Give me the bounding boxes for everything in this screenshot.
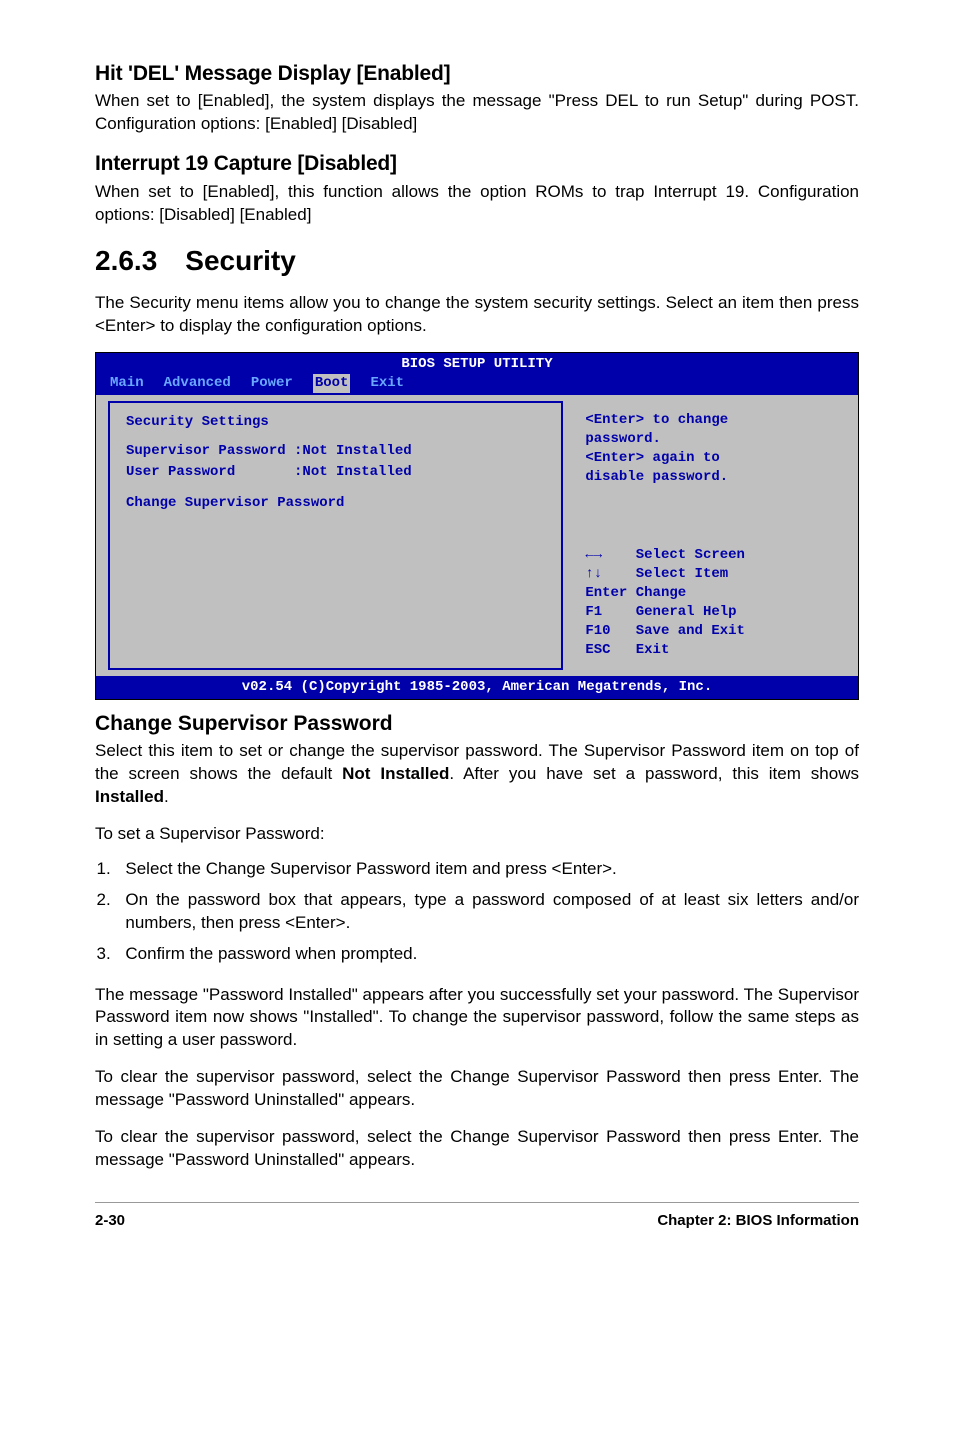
bios-tab-main[interactable]: Main [110,374,144,393]
bios-change-supervisor-password[interactable]: Change Supervisor Password [126,494,545,513]
change-pw-p2: To set a Supervisor Password: [95,823,859,846]
bios-key-legend: ←→ Select Screen ↑↓ Select Item Enter Ch… [585,546,832,659]
bios-security-settings-header: Security Settings [126,413,545,432]
bios-footer: v02.54 (C)Copyright 1985-2003, American … [96,676,858,699]
chapter-label: Chapter 2: BIOS Information [657,1211,859,1231]
bios-title: BIOS SETUP UTILITY [96,353,858,374]
int19-body: When set to [Enabled], this function all… [95,181,859,227]
change-pw-p4: To clear the supervisor password, select… [95,1066,859,1112]
not-installed-bold: Not Installed [342,764,449,783]
bios-tab-advanced[interactable]: Advanced [164,374,231,393]
section-heading: 2.6.3 Security [95,242,859,280]
page-divider [95,1202,859,1203]
bios-left-panel: Security Settings Supervisor Password :N… [108,401,563,670]
page-number: 2-30 [95,1211,125,1231]
hit-del-heading: Hit 'DEL' Message Display [Enabled] [95,60,859,88]
bios-right-panel: <Enter> to change password. <Enter> agai… [571,401,846,670]
hit-del-body: When set to [Enabled], the system displa… [95,90,859,136]
int19-heading: Interrupt 19 Capture [Disabled] [95,150,859,178]
change-supervisor-password-heading: Change Supervisor Password [95,710,859,738]
bios-tabs: Main Advanced Power Boot Exit [96,374,858,395]
step-1: Select the Change Supervisor Password it… [115,858,859,881]
bios-user-password-row: User Password :Not Installed [126,463,545,482]
step-2: On the password box that appears, type a… [115,889,859,935]
change-pw-p1e: . [164,787,169,806]
installed-bold: Installed [95,787,164,806]
change-pw-p1c: . After you have set a password, this it… [449,764,859,783]
change-pw-p1: Select this item to set or change the su… [95,740,859,809]
bios-tab-exit[interactable]: Exit [370,374,404,393]
steps-list: Select the Change Supervisor Password it… [95,858,859,966]
bios-tab-boot[interactable]: Boot [313,374,351,393]
bios-screenshot: BIOS SETUP UTILITY Main Advanced Power B… [95,352,859,700]
bios-tab-power[interactable]: Power [251,374,293,393]
step-3: Confirm the password when prompted. [115,943,859,966]
page-footer: 2-30 Chapter 2: BIOS Information [95,1211,859,1231]
change-pw-p3: The message "Password Installed" appears… [95,984,859,1053]
section-intro: The Security menu items allow you to cha… [95,292,859,338]
bios-help-text: <Enter> to change password. <Enter> agai… [585,411,832,487]
change-pw-p5: To clear the supervisor password, select… [95,1126,859,1172]
bios-supervisor-password-row: Supervisor Password :Not Installed [126,442,545,461]
